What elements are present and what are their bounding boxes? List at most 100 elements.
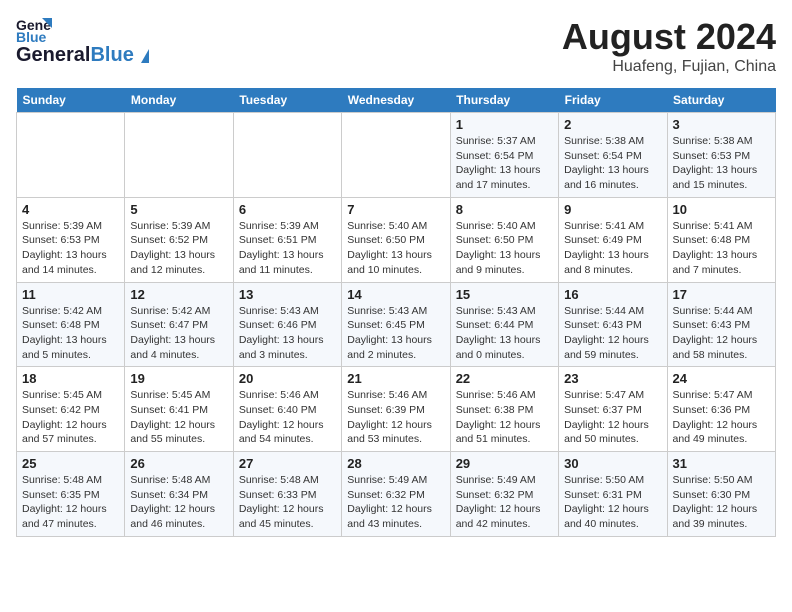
day-info: Sunrise: 5:41 AM Sunset: 6:48 PM Dayligh… xyxy=(673,219,770,278)
day-number: 24 xyxy=(673,371,770,386)
calendar-cell: 18 Sunrise: 5:45 AM Sunset: 6:42 PM Dayli… xyxy=(17,367,125,452)
logo-icon: General Blue xyxy=(16,16,52,44)
day-number: 23 xyxy=(564,371,661,386)
day-number: 11 xyxy=(22,287,119,302)
day-number: 30 xyxy=(564,456,661,471)
day-info: Sunrise: 5:43 AM Sunset: 6:45 PM Dayligh… xyxy=(347,304,444,363)
calendar-header: SundayMondayTuesdayWednesdayThursdayFrid… xyxy=(17,88,776,113)
day-number: 29 xyxy=(456,456,553,471)
calendar-cell: 15 Sunrise: 5:43 AM Sunset: 6:44 PM Dayli… xyxy=(450,282,558,367)
calendar-cell: 28 Sunrise: 5:49 AM Sunset: 6:32 PM Dayli… xyxy=(342,452,450,537)
day-header-friday: Friday xyxy=(559,88,667,113)
day-info: Sunrise: 5:37 AM Sunset: 6:54 PM Dayligh… xyxy=(456,134,553,193)
calendar-cell: 2Sunrise: 5:38 AM Sunset: 6:54 PM Daylig… xyxy=(559,113,667,198)
day-info: Sunrise: 5:45 AM Sunset: 6:42 PM Dayligh… xyxy=(22,388,119,447)
day-info: Sunrise: 5:44 AM Sunset: 6:43 PM Dayligh… xyxy=(564,304,661,363)
calendar-cell: 21Sunrise: 5:46 AM Sunset: 6:39 PM Dayli… xyxy=(342,367,450,452)
day-info: Sunrise: 5:45 AM Sunset: 6:41 PM Dayligh… xyxy=(130,388,227,447)
day-number: 6 xyxy=(239,202,336,217)
day-number: 20 xyxy=(239,371,336,386)
day-info: Sunrise: 5:48 AM Sunset: 6:33 PM Dayligh… xyxy=(239,473,336,532)
day-info: Sunrise: 5:49 AM Sunset: 6:32 PM Dayligh… xyxy=(456,473,553,532)
day-number: 15 xyxy=(456,287,553,302)
calendar-cell: 17 Sunrise: 5:44 AM Sunset: 6:43 PM Dayli… xyxy=(667,282,775,367)
calendar-cell: 7 Sunrise: 5:40 AM Sunset: 6:50 PM Daylig… xyxy=(342,197,450,282)
day-info: Sunrise: 5:40 AM Sunset: 6:50 PM Dayligh… xyxy=(456,219,553,278)
day-info: Sunrise: 5:42 AM Sunset: 6:47 PM Dayligh… xyxy=(130,304,227,363)
day-info: Sunrise: 5:50 AM Sunset: 6:30 PM Dayligh… xyxy=(673,473,770,532)
day-number: 28 xyxy=(347,456,444,471)
day-number: 12 xyxy=(130,287,227,302)
day-info: Sunrise: 5:39 AM Sunset: 6:52 PM Dayligh… xyxy=(130,219,227,278)
day-number: 7 xyxy=(347,202,444,217)
page-title: August 2024 xyxy=(562,16,776,58)
day-header-thursday: Thursday xyxy=(450,88,558,113)
calendar-cell: 27 Sunrise: 5:48 AM Sunset: 6:33 PM Dayli… xyxy=(233,452,341,537)
day-header-sunday: Sunday xyxy=(17,88,125,113)
day-header-tuesday: Tuesday xyxy=(233,88,341,113)
day-info: Sunrise: 5:46 AM Sunset: 6:38 PM Dayligh… xyxy=(456,388,553,447)
day-info: Sunrise: 5:40 AM Sunset: 6:50 PM Dayligh… xyxy=(347,219,444,278)
day-header-saturday: Saturday xyxy=(667,88,775,113)
title-block: August 2024 Huafeng, Fujian, China xyxy=(562,16,776,76)
day-info: Sunrise: 5:42 AM Sunset: 6:48 PM Dayligh… xyxy=(22,304,119,363)
day-info: Sunrise: 5:41 AM Sunset: 6:49 PM Dayligh… xyxy=(564,219,661,278)
calendar-cell: 5 Sunrise: 5:39 AM Sunset: 6:52 PM Daylig… xyxy=(125,197,233,282)
day-info: Sunrise: 5:38 AM Sunset: 6:54 PM Dayligh… xyxy=(564,134,661,193)
day-info: Sunrise: 5:47 AM Sunset: 6:36 PM Dayligh… xyxy=(673,388,770,447)
calendar-cell: 9 Sunrise: 5:41 AM Sunset: 6:49 PM Daylig… xyxy=(559,197,667,282)
day-number: 1 xyxy=(456,117,553,132)
day-number: 8 xyxy=(456,202,553,217)
day-header-monday: Monday xyxy=(125,88,233,113)
day-info: Sunrise: 5:39 AM Sunset: 6:53 PM Dayligh… xyxy=(22,219,119,278)
calendar-cell xyxy=(342,113,450,198)
day-info: Sunrise: 5:49 AM Sunset: 6:32 PM Dayligh… xyxy=(347,473,444,532)
day-number: 19 xyxy=(130,371,227,386)
calendar-cell: 13 Sunrise: 5:43 AM Sunset: 6:46 PM Dayli… xyxy=(233,282,341,367)
svg-text:Blue: Blue xyxy=(16,29,47,44)
day-info: Sunrise: 5:48 AM Sunset: 6:35 PM Dayligh… xyxy=(22,473,119,532)
calendar-body: 1 Sunrise: 5:37 AM Sunset: 6:54 PM Daylig… xyxy=(17,113,776,537)
day-number: 14 xyxy=(347,287,444,302)
calendar-cell: 30 Sunrise: 5:50 AM Sunset: 6:31 PM Dayli… xyxy=(559,452,667,537)
calendar-cell: 19 Sunrise: 5:45 AM Sunset: 6:41 PM Dayli… xyxy=(125,367,233,452)
calendar-cell: 23 Sunrise: 5:47 AM Sunset: 6:37 PM Dayli… xyxy=(559,367,667,452)
calendar-cell: 16 Sunrise: 5:44 AM Sunset: 6:43 PM Dayli… xyxy=(559,282,667,367)
day-number: 5 xyxy=(130,202,227,217)
day-info: Sunrise: 5:46 AM Sunset: 6:40 PM Dayligh… xyxy=(239,388,336,447)
day-number: 3 xyxy=(673,117,770,132)
calendar-table: SundayMondayTuesdayWednesdayThursdayFrid… xyxy=(16,88,776,537)
day-number: 22 xyxy=(456,371,553,386)
day-info: Sunrise: 5:43 AM Sunset: 6:44 PM Dayligh… xyxy=(456,304,553,363)
day-info: Sunrise: 5:46 AM Sunset: 6:39 PM Dayligh… xyxy=(347,388,444,447)
calendar-cell: 14 Sunrise: 5:43 AM Sunset: 6:45 PM Dayli… xyxy=(342,282,450,367)
calendar-cell: 20 Sunrise: 5:46 AM Sunset: 6:40 PM Dayli… xyxy=(233,367,341,452)
calendar-cell: 31 Sunrise: 5:50 AM Sunset: 6:30 PM Dayli… xyxy=(667,452,775,537)
day-info: Sunrise: 5:43 AM Sunset: 6:46 PM Dayligh… xyxy=(239,304,336,363)
page-header: General Blue General Blue August 2024 Hu… xyxy=(16,16,776,76)
day-number: 25 xyxy=(22,456,119,471)
calendar-cell: 8 Sunrise: 5:40 AM Sunset: 6:50 PM Daylig… xyxy=(450,197,558,282)
calendar-cell: 24 Sunrise: 5:47 AM Sunset: 6:36 PM Dayli… xyxy=(667,367,775,452)
day-number: 31 xyxy=(673,456,770,471)
calendar-cell: 3Sunrise: 5:38 AM Sunset: 6:53 PM Daylig… xyxy=(667,113,775,198)
day-info: Sunrise: 5:50 AM Sunset: 6:31 PM Dayligh… xyxy=(564,473,661,532)
day-info: Sunrise: 5:48 AM Sunset: 6:34 PM Dayligh… xyxy=(130,473,227,532)
day-number: 17 xyxy=(673,287,770,302)
calendar-cell: 25 Sunrise: 5:48 AM Sunset: 6:35 PM Dayli… xyxy=(17,452,125,537)
day-number: 16 xyxy=(564,287,661,302)
logo: General Blue General Blue xyxy=(16,16,149,67)
calendar-cell: 10Sunrise: 5:41 AM Sunset: 6:48 PM Dayli… xyxy=(667,197,775,282)
calendar-cell: 11 Sunrise: 5:42 AM Sunset: 6:48 PM Dayli… xyxy=(17,282,125,367)
logo-general-text: General xyxy=(16,44,90,67)
day-number: 26 xyxy=(130,456,227,471)
day-info: Sunrise: 5:39 AM Sunset: 6:51 PM Dayligh… xyxy=(239,219,336,278)
calendar-cell: 6 Sunrise: 5:39 AM Sunset: 6:51 PM Daylig… xyxy=(233,197,341,282)
day-number: 27 xyxy=(239,456,336,471)
day-number: 18 xyxy=(22,371,119,386)
day-number: 13 xyxy=(239,287,336,302)
calendar-cell: 22 Sunrise: 5:46 AM Sunset: 6:38 PM Dayli… xyxy=(450,367,558,452)
day-info: Sunrise: 5:44 AM Sunset: 6:43 PM Dayligh… xyxy=(673,304,770,363)
day-info: Sunrise: 5:47 AM Sunset: 6:37 PM Dayligh… xyxy=(564,388,661,447)
day-number: 9 xyxy=(564,202,661,217)
